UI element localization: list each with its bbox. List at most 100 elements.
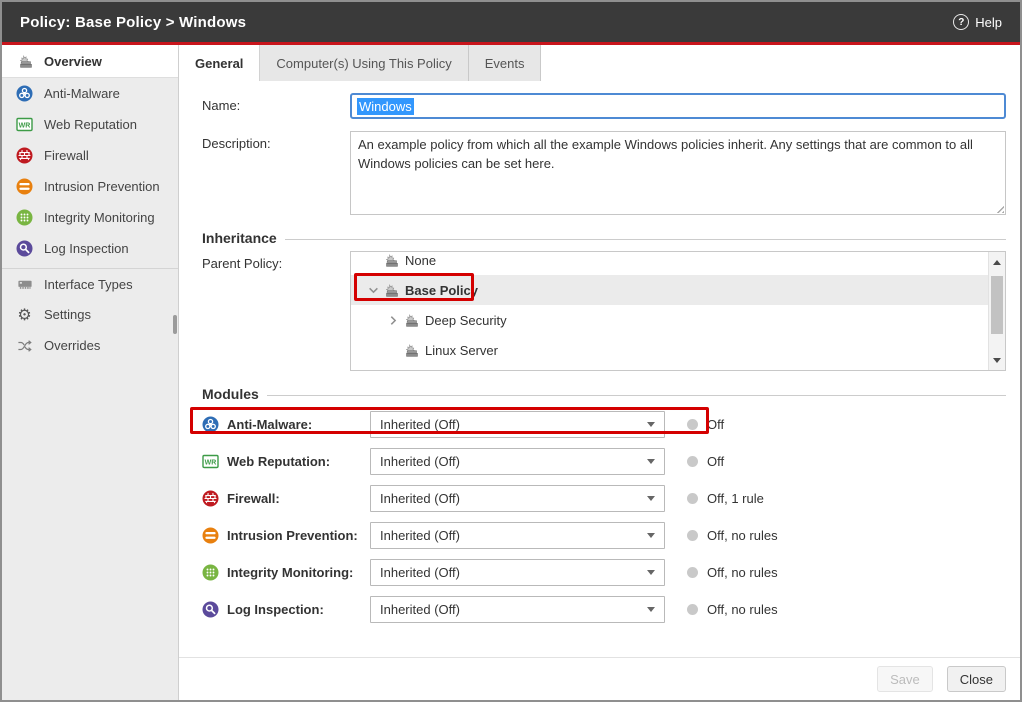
chevron-right-icon[interactable]	[383, 315, 403, 326]
module-status-text: Off, no rules	[707, 528, 778, 543]
main-area: Overview Anti-Malware WR Web Reputation …	[2, 45, 1020, 700]
tree-item-linux-server[interactable]: Linux Server	[351, 335, 988, 365]
status-dot-icon	[687, 604, 698, 615]
module-row-integrity-monitoring: Integrity Monitoring: Inherited (Off) Of…	[202, 554, 1006, 591]
policy-icon	[403, 313, 425, 328]
description-value: An example policy from which all the exa…	[358, 137, 973, 171]
sidebar-item-anti-malware[interactable]: Anti-Malware	[2, 78, 178, 109]
sidebar-item-web-reputation[interactable]: WR Web Reputation	[2, 109, 178, 140]
sidebar-item-label: Firewall	[44, 148, 89, 163]
sidebar-item-settings[interactable]: ⚙ Settings	[2, 299, 178, 330]
module-row-web-reputation: WR Web Reputation: Inherited (Off) Off	[202, 443, 1006, 480]
tab-label: General	[195, 56, 243, 71]
tree-scrollbar[interactable]	[988, 252, 1005, 370]
chevron-down-icon	[647, 533, 655, 538]
sidebar-item-log-inspection[interactable]: Log Inspection	[2, 233, 178, 264]
tree-item-label: Deep Security	[425, 313, 507, 328]
module-label: Intrusion Prevention:	[227, 528, 370, 543]
dropdown-selected-value: Inherited (Off)	[380, 454, 460, 469]
settings-icon: ⚙	[15, 307, 34, 323]
sidebar-item-integrity-monitoring[interactable]: Integrity Monitoring	[2, 202, 178, 233]
module-state-dropdown[interactable]: Inherited (Off)	[370, 485, 665, 512]
sidebar-item-overrides[interactable]: Overrides	[2, 330, 178, 361]
integrity-monitoring-icon	[15, 209, 34, 226]
tree-item-base-policy[interactable]: Base Policy	[351, 275, 988, 305]
svg-text:WR: WR	[205, 459, 217, 466]
general-form: Name: Windows Description: An example po…	[179, 81, 1020, 657]
window-title: Policy: Base Policy > Windows	[20, 14, 246, 31]
dropdown-selected-value: Inherited (Off)	[380, 417, 460, 432]
integrity-monitoring-icon	[202, 564, 227, 581]
tree-item[interactable]	[351, 365, 988, 371]
sidebar-item-overview[interactable]: Overview	[2, 45, 178, 78]
help-label: Help	[975, 15, 1002, 30]
web-reputation-icon: WR	[15, 116, 34, 133]
help-icon: ?	[953, 14, 969, 30]
chevron-down-icon	[647, 422, 655, 427]
close-button[interactable]: Close	[947, 666, 1006, 692]
description-textarea[interactable]: An example policy from which all the exa…	[350, 131, 1006, 215]
tree-item-none[interactable]: None	[351, 251, 988, 275]
modules-section-heading: Modules	[202, 386, 1006, 402]
module-label: Anti-Malware:	[227, 417, 370, 432]
modules-heading-label: Modules	[202, 386, 259, 402]
sidebar-item-label: Interface Types	[44, 277, 133, 292]
web-reputation-icon: WR	[202, 453, 227, 470]
sidebar-item-intrusion-prevention[interactable]: Intrusion Prevention	[2, 171, 178, 202]
name-value-selected: Windows	[357, 98, 414, 115]
parent-policy-row: Parent Policy: None	[202, 251, 1006, 371]
name-input[interactable]: Windows	[350, 93, 1006, 119]
help-button[interactable]: ? Help	[953, 14, 1002, 30]
module-state-dropdown[interactable]: Inherited (Off)	[370, 448, 665, 475]
tree-item-deep-security[interactable]: Deep Security	[351, 305, 988, 335]
overrides-icon	[15, 338, 34, 354]
footer-bar: Save Close	[179, 657, 1020, 700]
status-dot-icon	[687, 567, 698, 578]
dropdown-selected-value: Inherited (Off)	[380, 565, 460, 580]
sidebar-item-label: Integrity Monitoring	[44, 210, 155, 225]
inheritance-section-heading: Inheritance	[202, 230, 1006, 246]
sidebar-item-label: Overrides	[44, 338, 100, 353]
scrollbar-thumb[interactable]	[991, 276, 1003, 334]
module-status-text: Off, 1 rule	[707, 491, 764, 506]
resize-handle-icon[interactable]	[994, 203, 1004, 213]
tab-events[interactable]: Events	[469, 45, 542, 81]
status-dot-icon	[687, 530, 698, 541]
save-button[interactable]: Save	[877, 666, 933, 692]
tree-item-label: Base Policy	[405, 283, 478, 298]
chevron-down-icon[interactable]	[363, 285, 383, 296]
policy-icon	[403, 343, 425, 358]
policy-icon	[383, 253, 405, 268]
module-rows: Anti-Malware: Inherited (Off) Off WR Web…	[202, 406, 1006, 628]
scroll-down-arrow-icon[interactable]	[989, 352, 1005, 368]
scroll-up-arrow-icon[interactable]	[989, 254, 1005, 270]
dropdown-selected-value: Inherited (Off)	[380, 528, 460, 543]
svg-text:WR: WR	[19, 122, 31, 129]
firewall-icon	[202, 490, 227, 507]
module-state-dropdown[interactable]: Inherited (Off)	[370, 596, 665, 623]
sidebar-item-firewall[interactable]: Firewall	[2, 140, 178, 171]
tree-item-label: None	[405, 253, 436, 268]
tab-computer-s-using-this-policy[interactable]: Computer(s) Using This Policy	[260, 45, 468, 81]
tab-general[interactable]: General	[179, 45, 260, 81]
module-row-intrusion-prevention: Intrusion Prevention: Inherited (Off) Of…	[202, 517, 1006, 554]
description-field-row: Description: An example policy from whic…	[202, 131, 1006, 215]
name-label: Name:	[202, 93, 350, 119]
intrusion-prevention-icon	[15, 178, 34, 195]
anti-malware-icon	[202, 416, 227, 433]
chevron-down-icon	[647, 496, 655, 501]
module-state-dropdown[interactable]: Inherited (Off)	[370, 522, 665, 549]
content-panel: General Computer(s) Using This Policy Ev…	[179, 45, 1020, 700]
log-inspection-icon	[15, 240, 34, 257]
sidebar-item-label: Log Inspection	[44, 241, 129, 256]
module-label: Web Reputation:	[227, 454, 370, 469]
module-row-firewall: Firewall: Inherited (Off) Off, 1 rule	[202, 480, 1006, 517]
description-label: Description:	[202, 131, 350, 215]
sidebar-item-label: Overview	[44, 54, 102, 69]
module-status-text: Off	[707, 417, 724, 432]
module-state-dropdown[interactable]: Inherited (Off)	[370, 411, 665, 438]
sidebar-splitter-handle[interactable]	[173, 315, 177, 334]
sidebar-item-interface-types[interactable]: Interface Types	[2, 268, 178, 299]
module-state-dropdown[interactable]: Inherited (Off)	[370, 559, 665, 586]
module-label: Log Inspection:	[227, 602, 370, 617]
